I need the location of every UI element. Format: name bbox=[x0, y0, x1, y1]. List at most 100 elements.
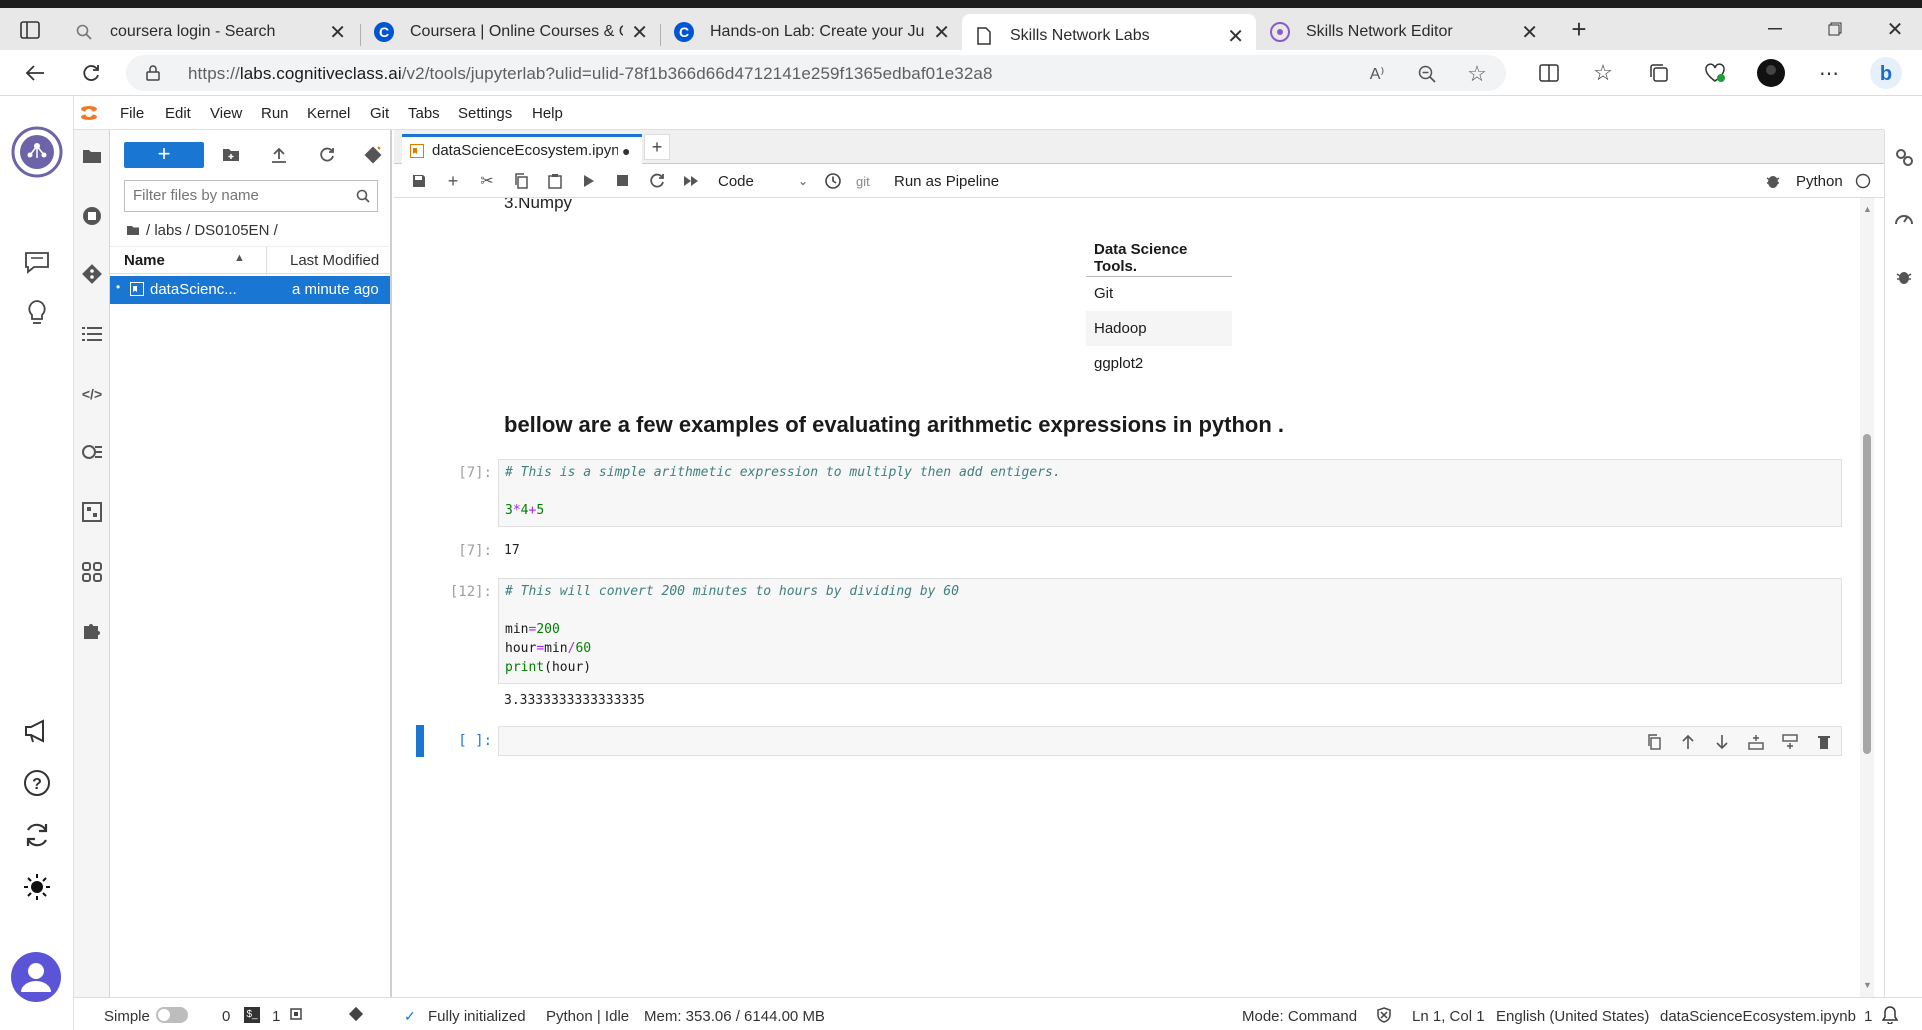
profile-avatar-icon[interactable] bbox=[1756, 58, 1786, 88]
favorite-star-icon[interactable]: ☆ bbox=[1466, 61, 1488, 86]
close-tab-icon[interactable]: ✕ bbox=[329, 20, 346, 45]
new-tab-icon[interactable]: + bbox=[1566, 14, 1592, 44]
menu-tabs[interactable]: Tabs bbox=[408, 105, 440, 122]
duplicate-cell-icon[interactable] bbox=[1645, 733, 1663, 751]
menu-run[interactable]: Run bbox=[261, 105, 289, 122]
table-of-contents-icon[interactable] bbox=[80, 322, 104, 346]
insert-above-icon[interactable] bbox=[1747, 733, 1765, 751]
scrollbar-thumb[interactable] bbox=[1863, 434, 1871, 754]
running-kernels-icon[interactable] bbox=[80, 204, 104, 228]
close-tab-icon[interactable]: ✕ bbox=[1227, 24, 1244, 49]
tab-actions-icon[interactable] bbox=[18, 18, 42, 42]
kernel-name[interactable]: Python bbox=[1796, 172, 1843, 190]
simple-mode-toggle[interactable] bbox=[156, 1007, 188, 1023]
read-aloud-icon[interactable]: A⁾ bbox=[1366, 63, 1388, 85]
browser-tab-coursera[interactable]: C Coursera | Online Courses & Cre ✕ bbox=[362, 14, 660, 50]
lock-icon[interactable] bbox=[144, 64, 162, 82]
interrupt-kernel-icon[interactable] bbox=[614, 172, 632, 190]
debugger-icon[interactable] bbox=[1893, 266, 1915, 288]
insert-cell-icon[interactable]: + bbox=[444, 171, 462, 191]
sync-icon[interactable] bbox=[22, 820, 52, 850]
unsaved-dot-icon[interactable]: ● bbox=[622, 143, 630, 159]
minimize-icon[interactable] bbox=[1762, 16, 1788, 42]
upload-icon[interactable] bbox=[268, 144, 290, 166]
menu-file[interactable]: File bbox=[120, 105, 144, 122]
kernels-count[interactable]: 1 bbox=[272, 1008, 280, 1025]
git-status-icon[interactable] bbox=[348, 1006, 364, 1022]
file-row[interactable]: • dataScienc... a minute ago bbox=[110, 276, 390, 304]
announcement-icon[interactable] bbox=[22, 716, 52, 746]
close-tab-icon[interactable]: ✕ bbox=[1521, 20, 1538, 45]
browser-tab-skills-network-editor[interactable]: Skills Network Editor ✕ bbox=[1258, 14, 1550, 50]
folder-icon[interactable] bbox=[80, 144, 104, 168]
url-field[interactable]: https://labs.cognitiveclass.ai/v2/tools/… bbox=[126, 55, 1506, 91]
refresh-icon[interactable] bbox=[78, 60, 104, 86]
zoom-out-icon[interactable] bbox=[1416, 63, 1438, 85]
language-selector[interactable]: English (United States) bbox=[1496, 1008, 1649, 1025]
notebook-mode[interactable]: Mode: Command bbox=[1242, 1008, 1357, 1025]
clock-icon[interactable] bbox=[824, 172, 842, 190]
favorites-icon[interactable]: ☆ bbox=[1590, 60, 1616, 86]
column-last-modified[interactable]: Last Modified bbox=[290, 252, 379, 269]
copilot-icon[interactable]: b bbox=[1868, 56, 1904, 90]
help-icon[interactable]: ? bbox=[22, 768, 52, 798]
lsp-status[interactable]: Fully initialized bbox=[428, 1008, 526, 1025]
code-snippets-icon[interactable]: </> bbox=[80, 382, 104, 406]
chat-icon[interactable] bbox=[22, 248, 52, 278]
new-launcher-button[interactable]: + bbox=[124, 142, 204, 168]
new-folder-icon[interactable] bbox=[220, 144, 242, 166]
back-icon[interactable] bbox=[22, 60, 48, 86]
kernel-status[interactable]: Python | Idle bbox=[546, 1008, 629, 1025]
close-tab-icon[interactable]: ✕ bbox=[933, 20, 950, 45]
property-inspector-icon[interactable] bbox=[80, 440, 104, 464]
menu-kernel[interactable]: Kernel bbox=[307, 105, 350, 122]
more-options-icon[interactable]: ⋯ bbox=[1816, 60, 1842, 86]
move-up-icon[interactable] bbox=[1679, 733, 1697, 751]
folder-icon[interactable] bbox=[126, 225, 140, 236]
bell-icon[interactable] bbox=[1882, 1006, 1898, 1024]
restart-run-all-icon[interactable] bbox=[682, 172, 700, 190]
trusted-icon[interactable] bbox=[1376, 1007, 1392, 1023]
delete-cell-icon[interactable] bbox=[1815, 733, 1833, 751]
menu-help[interactable]: Help bbox=[532, 105, 563, 122]
skills-network-logo-icon[interactable] bbox=[11, 126, 63, 178]
move-down-icon[interactable] bbox=[1713, 733, 1731, 751]
split-screen-icon[interactable] bbox=[1536, 60, 1562, 86]
git-icon[interactable] bbox=[80, 262, 104, 286]
filter-files-input[interactable] bbox=[133, 181, 343, 209]
theme-toggle-icon[interactable] bbox=[22, 872, 52, 902]
code-cell[interactable]: # This will convert 200 minutes to hours… bbox=[498, 578, 1842, 684]
refresh-files-icon[interactable] bbox=[316, 144, 338, 166]
user-avatar-icon[interactable] bbox=[11, 952, 61, 1002]
terminals-count[interactable]: 0 bbox=[222, 1008, 230, 1025]
close-tab-icon[interactable]: ✕ bbox=[631, 20, 648, 45]
browser-tab-hands-on-lab[interactable]: C Hands-on Lab: Create your Jupyt ✕ bbox=[662, 14, 962, 50]
resource-usage-icon[interactable] bbox=[1893, 206, 1915, 228]
breadcrumb-path[interactable]: / labs / DS0105EN / bbox=[146, 222, 278, 239]
cut-icon[interactable]: ✂ bbox=[478, 172, 496, 190]
paste-icon[interactable] bbox=[546, 172, 564, 190]
save-icon[interactable] bbox=[410, 172, 428, 190]
debugger-icon[interactable] bbox=[1764, 172, 1782, 190]
insert-below-icon[interactable] bbox=[1781, 733, 1799, 751]
menu-view[interactable]: View bbox=[210, 105, 242, 122]
pipeline-components-icon[interactable] bbox=[80, 560, 104, 584]
menu-git[interactable]: Git bbox=[370, 105, 389, 122]
new-tab-icon[interactable]: + bbox=[644, 134, 670, 160]
restore-icon[interactable] bbox=[1822, 16, 1848, 42]
close-window-icon[interactable]: ✕ bbox=[1882, 16, 1908, 42]
copy-icon[interactable] bbox=[512, 172, 530, 190]
tab-notebook[interactable]: dataScienceEcosystem.ipynb ● bbox=[402, 134, 642, 164]
browser-essentials-icon[interactable] bbox=[1702, 60, 1728, 86]
code-cell[interactable]: # This is a simple arithmetic expression… bbox=[498, 459, 1842, 527]
column-name[interactable]: Name bbox=[124, 252, 165, 269]
run-as-pipeline-button[interactable]: Run as Pipeline bbox=[894, 172, 999, 190]
browser-tab-search[interactable]: coursera login - Search ✕ bbox=[62, 14, 358, 50]
data-explorer-icon[interactable] bbox=[80, 500, 104, 524]
empty-code-cell[interactable] bbox=[498, 726, 1842, 756]
lightbulb-icon[interactable] bbox=[22, 298, 52, 328]
git-diff-button[interactable]: git bbox=[856, 172, 870, 190]
restart-kernel-icon[interactable] bbox=[648, 172, 666, 190]
run-cell-icon[interactable] bbox=[580, 172, 598, 190]
cursor-position[interactable]: Ln 1, Col 1 bbox=[1412, 1008, 1485, 1025]
